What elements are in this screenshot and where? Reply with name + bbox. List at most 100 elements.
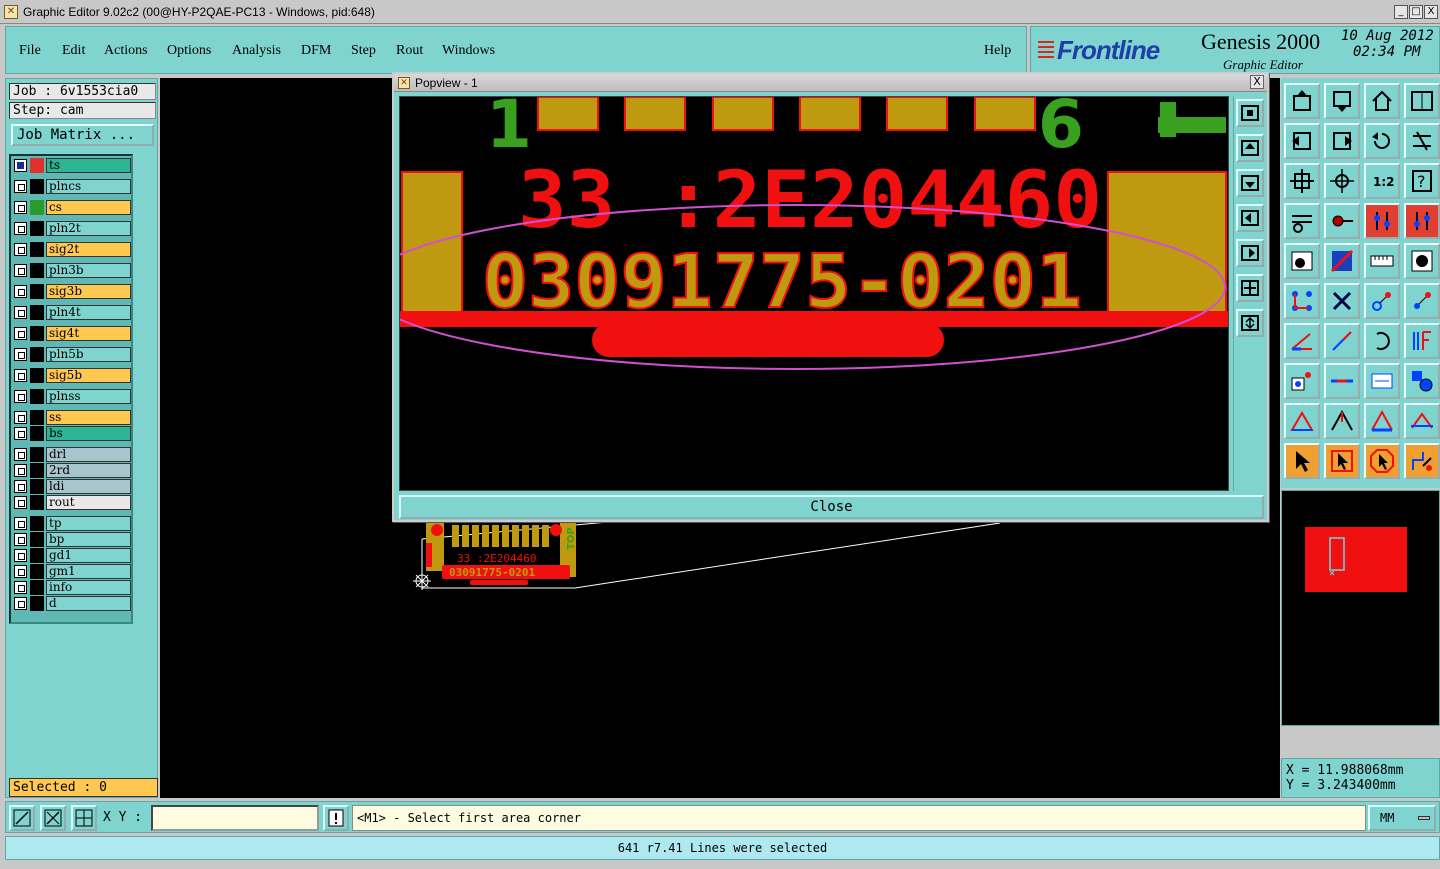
triangle-up-icon[interactable] xyxy=(1324,403,1360,439)
layer-color-swatch[interactable] xyxy=(30,532,44,547)
layer-row-pln5b[interactable]: pln5b xyxy=(13,347,131,362)
job-matrix-button[interactable]: Job Matrix ... xyxy=(11,124,154,146)
layer-color-swatch[interactable] xyxy=(30,389,44,404)
grid-icon[interactable] xyxy=(71,805,97,831)
trace-icon[interactable] xyxy=(1324,363,1360,399)
layer-checkbox[interactable] xyxy=(14,411,27,424)
menu-help[interactable]: Help xyxy=(984,43,1011,59)
layer-row-pln4t[interactable]: pln4t xyxy=(13,305,131,320)
pointer-octagon-icon[interactable] xyxy=(1364,443,1400,479)
layer-checkbox[interactable] xyxy=(14,581,27,594)
layer-name[interactable]: bs xyxy=(46,426,131,441)
menu-actions[interactable]: Actions xyxy=(104,43,148,59)
minimize-button[interactable]: _ xyxy=(1394,5,1408,19)
shape-icon[interactable] xyxy=(1404,363,1440,399)
layer-name[interactable]: 2rd xyxy=(46,463,131,478)
layer-row-plnss[interactable]: plnss xyxy=(13,389,131,404)
zoom-right-icon[interactable] xyxy=(1324,123,1360,159)
layer-name[interactable]: sig5b xyxy=(46,368,131,383)
layer-color-swatch[interactable] xyxy=(30,242,44,257)
pointer-box-icon[interactable] xyxy=(1324,443,1360,479)
triangle-icon[interactable] xyxy=(1284,403,1320,439)
layer-checkbox[interactable] xyxy=(14,464,27,477)
scale-1-2-icon[interactable]: 1:2 xyxy=(1364,163,1400,199)
layer-checkbox[interactable] xyxy=(14,480,27,493)
layer-color-swatch[interactable] xyxy=(30,326,44,341)
layer-name[interactable]: gd1 xyxy=(46,548,131,563)
layer-color-swatch[interactable] xyxy=(30,410,44,425)
upload-icon[interactable] xyxy=(1284,83,1320,119)
flip-icon[interactable] xyxy=(1404,323,1440,359)
connect-icon[interactable] xyxy=(1284,283,1320,319)
popview-canvas[interactable]: 1 6 33 :2E204460 03091775-0201 xyxy=(399,96,1229,491)
layer-row-bs[interactable]: bs xyxy=(13,426,131,441)
layer-checkbox[interactable] xyxy=(14,390,27,403)
layer-row-bp[interactable]: bp xyxy=(13,532,131,547)
zoom-left-icon[interactable] xyxy=(1284,123,1320,159)
layer-name[interactable]: sig4t xyxy=(46,326,131,341)
triangle-base-icon[interactable] xyxy=(1364,403,1400,439)
layer-checkbox[interactable] xyxy=(14,348,27,361)
pan-down-icon[interactable] xyxy=(1236,169,1264,197)
line-icon[interactable] xyxy=(1324,323,1360,359)
layer-name[interactable]: gm1 xyxy=(46,564,131,579)
menu-windows[interactable]: Windows xyxy=(442,43,495,59)
popview-close-button[interactable]: Close xyxy=(399,495,1264,519)
layer-name[interactable]: cs xyxy=(46,200,131,215)
layer-name[interactable]: bp xyxy=(46,532,131,547)
layer-row-gd1[interactable]: gd1 xyxy=(13,548,131,563)
pan-right-icon[interactable] xyxy=(1236,239,1264,267)
snap-line-icon[interactable] xyxy=(1404,283,1440,319)
dimension-icon[interactable] xyxy=(1364,363,1400,399)
zoom-home-icon[interactable] xyxy=(1236,309,1264,337)
menu-rout[interactable]: Rout xyxy=(396,43,423,59)
layer-name[interactable]: sig2t xyxy=(46,242,131,257)
layer-name[interactable]: rout xyxy=(46,495,131,510)
zoom-center-icon[interactable] xyxy=(1324,163,1360,199)
layer-row-ts[interactable]: ts xyxy=(13,158,131,173)
home-icon[interactable] xyxy=(1364,83,1400,119)
undo-zoom-icon[interactable] xyxy=(1364,123,1400,159)
layer-row-plncs[interactable]: plncs xyxy=(13,179,131,194)
layer-color-swatch[interactable] xyxy=(30,564,44,579)
layer-checkbox[interactable] xyxy=(14,243,27,256)
layer-checkbox[interactable] xyxy=(14,565,27,578)
layer-row-pln2t[interactable]: pln2t xyxy=(13,221,131,236)
layer-color-icon[interactable] xyxy=(1324,243,1360,279)
layer-row-ldi[interactable]: ldi xyxy=(13,479,131,494)
layer-color-swatch[interactable] xyxy=(30,479,44,494)
pan-left-icon[interactable] xyxy=(1236,204,1264,232)
layer-color-swatch[interactable] xyxy=(30,516,44,531)
layer-color-swatch[interactable] xyxy=(30,368,44,383)
layer-row-drl[interactable]: drl xyxy=(13,447,131,462)
measure-icon[interactable] xyxy=(40,805,66,831)
menu-dfm[interactable]: DFM xyxy=(301,43,331,59)
layer-name[interactable]: tp xyxy=(46,516,131,531)
snap-point-icon[interactable] xyxy=(1364,283,1400,319)
snap-icon[interactable] xyxy=(9,805,35,831)
layer-color-swatch[interactable] xyxy=(30,463,44,478)
zoom-fit-icon[interactable] xyxy=(1236,274,1264,302)
unit-select[interactable]: MM xyxy=(1368,805,1436,831)
layer-checkbox[interactable] xyxy=(14,549,27,562)
ruler-icon[interactable] xyxy=(1364,243,1400,279)
select-pad-icon[interactable] xyxy=(1284,363,1320,399)
layer-row-gm1[interactable]: gm1 xyxy=(13,564,131,579)
layer-row-ss[interactable]: ss xyxy=(13,410,131,425)
layer-name[interactable]: plnss xyxy=(46,389,131,404)
layer-name[interactable]: sig3b xyxy=(46,284,131,299)
layer-color-swatch[interactable] xyxy=(30,548,44,563)
zoom-in-icon[interactable] xyxy=(1236,99,1264,127)
download-icon[interactable] xyxy=(1324,83,1360,119)
xy-input[interactable] xyxy=(151,805,319,831)
net-select-icon[interactable] xyxy=(1364,203,1400,239)
overview-map[interactable] xyxy=(1281,490,1440,726)
layer-row-d[interactable]: d xyxy=(13,596,131,611)
settings-icon[interactable] xyxy=(1284,203,1320,239)
layer-checkbox[interactable] xyxy=(14,327,27,340)
menu-edit[interactable]: Edit xyxy=(62,43,85,59)
layer-name[interactable]: pln2t xyxy=(46,221,131,236)
layer-name[interactable]: ss xyxy=(46,410,131,425)
arc-icon[interactable] xyxy=(1364,323,1400,359)
layer-checkbox[interactable] xyxy=(14,533,27,546)
